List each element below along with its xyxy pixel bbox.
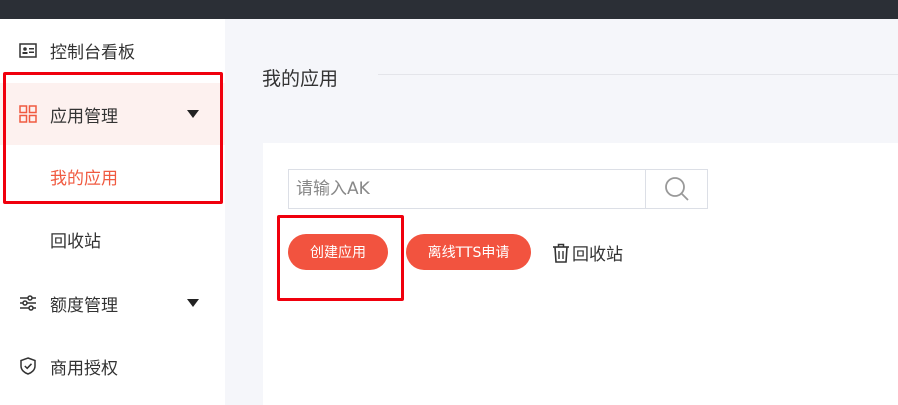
sidebar-item-label: 商用授权 xyxy=(50,358,118,379)
sidebar: 控制台看板 应用管理 我的应用 回收站 额度管理 商用授权 xyxy=(0,19,225,405)
recycle-bin-label: 回收站 xyxy=(572,245,623,265)
search-button[interactable] xyxy=(645,170,707,208)
id-card-icon xyxy=(19,41,37,59)
sliders-icon xyxy=(19,294,37,312)
sidebar-item-dashboard[interactable]: 控制台看板 xyxy=(0,19,225,81)
sidebar-item-recycle-bin[interactable]: 回收站 xyxy=(0,208,225,270)
recycle-bin-link[interactable]: 回收站 xyxy=(552,240,623,265)
title-divider xyxy=(378,74,898,75)
caret-down-icon[interactable] xyxy=(187,110,199,118)
grid-apps-icon xyxy=(19,105,37,123)
offline-tts-apply-button[interactable]: 离线TTS申请 xyxy=(406,234,531,270)
sidebar-item-quota-management[interactable]: 额度管理 xyxy=(0,272,225,334)
sidebar-item-my-apps[interactable]: 我的应用 xyxy=(0,145,225,207)
trash-icon xyxy=(553,243,569,263)
create-app-button[interactable]: 创建应用 xyxy=(288,234,388,270)
apps-card: 创建应用 离线TTS申请 回收站 xyxy=(263,143,898,405)
main-content: 我的应用 创建应用 离线TTS申请 回收站 xyxy=(225,19,898,405)
page-title: 我的应用 xyxy=(262,68,339,90)
shield-check-icon xyxy=(19,357,37,375)
caret-down-icon[interactable] xyxy=(187,299,199,307)
top-bar xyxy=(0,0,898,19)
sidebar-item-app-management[interactable]: 应用管理 xyxy=(0,83,225,145)
sidebar-item-commercial-license[interactable]: 商用授权 xyxy=(0,335,225,397)
sidebar-item-label: 回收站 xyxy=(50,231,101,252)
sidebar-item-label: 我的应用 xyxy=(50,168,118,189)
search-input[interactable] xyxy=(289,170,645,208)
sidebar-item-label: 额度管理 xyxy=(50,295,118,316)
sidebar-item-label: 应用管理 xyxy=(50,106,118,127)
search-icon xyxy=(664,177,689,201)
sidebar-item-label: 控制台看板 xyxy=(50,42,135,63)
search-box xyxy=(288,169,708,209)
